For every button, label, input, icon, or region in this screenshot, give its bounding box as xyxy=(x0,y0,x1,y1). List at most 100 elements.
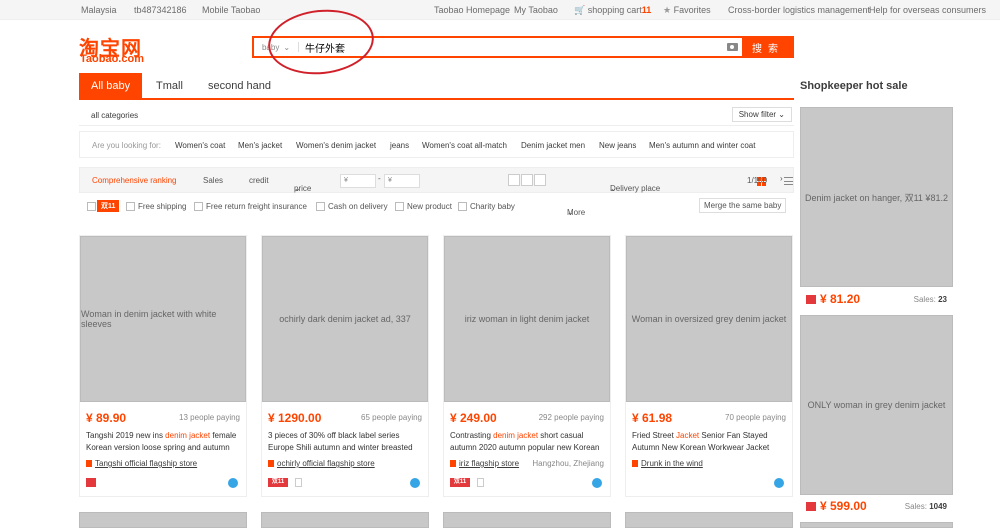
cod-label[interactable]: Cash on delivery xyxy=(328,202,388,211)
hot-sale-sales: Sales: 1049 xyxy=(905,502,947,511)
sales-count: 23 xyxy=(938,295,947,304)
related-item[interactable]: jeans xyxy=(390,141,409,150)
wangwang-chat-icon[interactable] xyxy=(592,478,602,488)
hot-sale-item-partial[interactable] xyxy=(800,522,953,528)
related-item[interactable]: Women's denim jacket xyxy=(296,141,376,150)
product-card[interactable]: Woman in denim jacket with white sleeves… xyxy=(79,235,247,497)
hot-sale-price: ¥ 599.00 xyxy=(806,499,867,513)
tab-second-hand[interactable]: second hand xyxy=(196,73,283,98)
next-page-icon[interactable]: › xyxy=(780,174,783,183)
cart-label: shopping cart xyxy=(587,5,642,15)
new-product-checkbox[interactable] xyxy=(395,202,404,211)
tab-all-baby[interactable]: All baby xyxy=(79,73,143,98)
shop-link[interactable]: Tangshi official flagship store xyxy=(86,459,197,468)
title-text: Tangshi 2019 new ins xyxy=(86,431,166,440)
tag-icon xyxy=(477,478,484,487)
thumb-icon xyxy=(534,174,546,186)
product-title[interactable]: Tangshi 2019 new ins denim jacket female… xyxy=(86,430,244,454)
shop-link[interactable]: iriz flagship store xyxy=(450,459,519,468)
price-max-input[interactable]: ¥ xyxy=(384,174,420,188)
related-item[interactable]: New jeans xyxy=(599,141,636,150)
filter-bar: 双11 Free shipping Free return freight in… xyxy=(79,196,794,218)
camera-icon xyxy=(726,43,738,51)
product-price: ¥ 1290.00 xyxy=(268,411,322,425)
product-price: ¥ 249.00 xyxy=(450,411,497,425)
product-image[interactable]: ochirly dark denim jacket ad, 337 xyxy=(262,236,428,402)
chevron-down-icon: ⌄ xyxy=(778,110,785,119)
chevron-down-icon: ⌄ xyxy=(610,184,617,193)
wangwang-chat-icon[interactable] xyxy=(228,478,238,488)
product-image-partial[interactable] xyxy=(261,512,429,528)
cod-checkbox[interactable] xyxy=(316,202,325,211)
wangwang-chat-icon[interactable] xyxy=(774,478,784,488)
sales-count: 1049 xyxy=(929,502,947,511)
hot-sale-image[interactable]: ONLY woman in grey denim jacket xyxy=(800,315,953,495)
shopping-cart-link[interactable]: 🛒 shopping cart11 xyxy=(574,5,651,16)
wangwang-chat-icon[interactable] xyxy=(410,478,420,488)
sort-sales[interactable]: Sales xyxy=(203,176,223,185)
crossborder-logistics-link[interactable]: Cross-border logistics management xyxy=(728,5,870,15)
related-item[interactable]: Men's autumn and winter coat xyxy=(649,141,755,150)
view-thumbnails[interactable] xyxy=(508,174,552,187)
tab-tmall[interactable]: Tmall xyxy=(144,73,195,98)
price-min-input[interactable]: ¥ xyxy=(340,174,376,188)
charity-label[interactable]: Charity baby xyxy=(470,202,515,211)
camera-search-button[interactable] xyxy=(722,38,742,56)
chevron-down-icon: ⌄ xyxy=(294,184,301,193)
related-item[interactable]: Men's jacket xyxy=(238,141,282,150)
related-item[interactable]: Denim jacket men xyxy=(521,141,585,150)
related-item[interactable]: Women's coat xyxy=(175,141,225,150)
taobao-logo-text[interactable]: Taobao.com xyxy=(80,53,144,65)
product-title[interactable]: Fried Street Jacket Senior Fan Stayed Au… xyxy=(632,430,790,454)
related-label: Are you looking for: xyxy=(92,141,161,150)
mobile-taobao-link[interactable]: Mobile Taobao xyxy=(202,5,260,15)
product-card[interactable]: iriz woman in light denim jacket ¥ 249.0… xyxy=(443,235,611,497)
sort-credit[interactable]: credit xyxy=(249,176,269,185)
free-shipping-checkbox[interactable] xyxy=(126,202,135,211)
product-image[interactable]: iriz woman in light denim jacket xyxy=(444,236,610,402)
new-product-label[interactable]: New product xyxy=(407,202,452,211)
all-categories-link[interactable]: all categories xyxy=(91,111,138,120)
free-return-label[interactable]: Free return freight insurance xyxy=(206,202,307,211)
hot-sale-image[interactable] xyxy=(800,522,953,528)
list-view-icon[interactable] xyxy=(784,177,793,185)
region-selector[interactable]: Malaysia xyxy=(81,5,117,15)
double11-checkbox[interactable] xyxy=(87,202,96,211)
taobao-homepage-link[interactable]: Taobao Homepage xyxy=(434,5,510,15)
double11-badge: 双11 xyxy=(97,200,120,212)
merge-same-button[interactable]: Merge the same baby xyxy=(699,198,787,213)
search-button[interactable]: 搜索 xyxy=(742,36,794,58)
product-card[interactable]: ochirly dark denim jacket ad, 337 ¥ 1290… xyxy=(261,235,429,497)
hot-sale-image[interactable]: Denim jacket on hanger, 双11 ¥81.2 xyxy=(800,107,953,287)
shop-link[interactable]: Drunk in the wind xyxy=(632,459,703,468)
product-paying-count: 65 people paying xyxy=(361,413,422,422)
product-title[interactable]: 3 pieces of 30% off black label series E… xyxy=(268,430,426,454)
product-paying-count: 70 people paying xyxy=(725,413,786,422)
double11-badge: 双11 xyxy=(450,478,470,487)
charity-checkbox[interactable] xyxy=(458,202,467,211)
free-shipping-label[interactable]: Free shipping xyxy=(138,202,186,211)
product-price: ¥ 89.90 xyxy=(86,411,127,425)
product-image-partial[interactable] xyxy=(625,512,793,528)
sort-bar: Comprehensive ranking Sales credit price… xyxy=(79,167,815,193)
hot-sale-item[interactable]: Denim jacket on hanger, 双11 ¥81.2 ¥ 81.2… xyxy=(800,107,953,307)
show-filter-button[interactable]: Show filter ⌄ xyxy=(731,107,792,122)
product-image-partial[interactable] xyxy=(79,512,247,528)
title-text: Fried Street xyxy=(632,431,677,440)
favorites-link[interactable]: ★ Favorites xyxy=(663,5,711,16)
product-image[interactable]: Woman in oversized grey denim jacket xyxy=(626,236,792,402)
price-dash: - xyxy=(378,174,381,183)
hot-sale-item[interactable]: ONLY woman in grey denim jacket ¥ 599.00… xyxy=(800,315,953,515)
product-card[interactable]: Woman in oversized grey denim jacket ¥ 6… xyxy=(625,235,793,497)
my-taobao-link[interactable]: My Taobao xyxy=(514,5,558,15)
free-return-checkbox[interactable] xyxy=(194,202,203,211)
product-title[interactable]: Contrasting denim jacket short casual au… xyxy=(450,430,608,454)
product-paying-count: 292 people paying xyxy=(538,413,604,422)
product-image[interactable]: Woman in denim jacket with white sleeves xyxy=(80,236,246,402)
sort-comprehensive[interactable]: Comprehensive ranking xyxy=(92,176,177,185)
username-link[interactable]: tb487342186 xyxy=(134,5,187,15)
related-item[interactable]: Women's coat all-match xyxy=(422,141,507,150)
shop-link[interactable]: ochirly official flagship store xyxy=(268,459,375,468)
product-image-partial[interactable] xyxy=(443,512,611,528)
overseas-help-link[interactable]: Help for overseas consumers xyxy=(869,5,986,15)
